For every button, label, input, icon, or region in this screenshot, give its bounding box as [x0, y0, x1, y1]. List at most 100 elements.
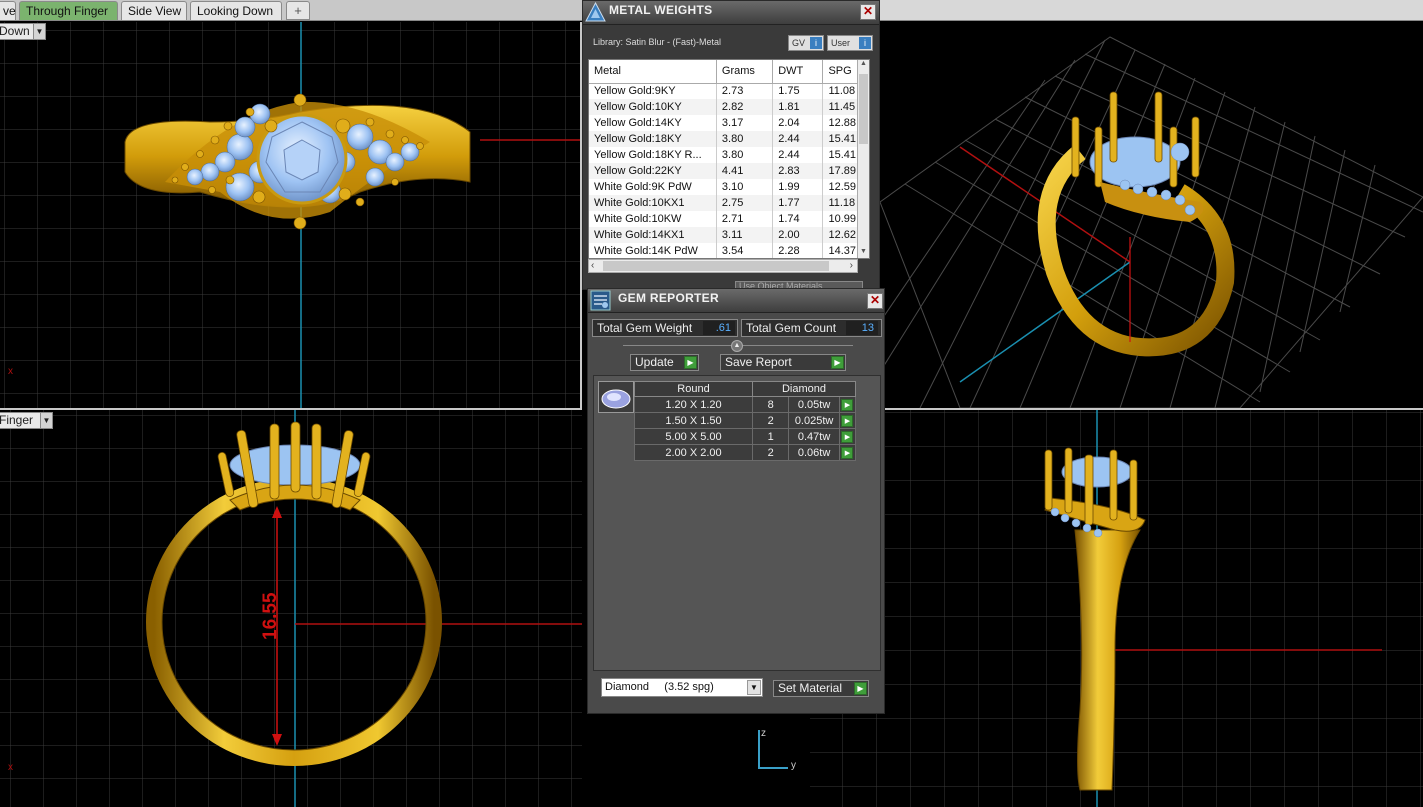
scroll-right-icon[interactable]: ›: [850, 260, 853, 271]
gem-count: 1: [751, 428, 790, 445]
table-row[interactable]: White Gold:10KW 2.71 1.74 10.99: [589, 211, 869, 227]
gem-select-button[interactable]: ▶: [838, 396, 857, 413]
table-row[interactable]: Yellow Gold:10KY 2.82 1.81 11.45: [589, 99, 869, 115]
y-axis-line: [758, 767, 788, 769]
gem-select-button[interactable]: ▶: [838, 428, 857, 445]
save-report-label: Save Report: [725, 355, 792, 369]
metal-cell: Yellow Gold:18KY: [589, 131, 717, 147]
grams-cell: 4.41: [716, 163, 774, 179]
gem-list-area: Round Diamond 1.20 X 1.20 8 0.05tw ▶ 1.50 X …: [593, 375, 881, 671]
gem-size: 5.00 X 5.00: [634, 428, 753, 445]
user-button-label: User: [831, 38, 851, 48]
scroll-left-icon[interactable]: ‹: [591, 260, 594, 271]
play-arrow-icon: ▶: [684, 356, 697, 369]
gv-button[interactable]: GV i: [788, 35, 824, 51]
total-gem-weight-value: .61: [703, 321, 735, 335]
dwt-cell: 1.81: [772, 99, 824, 115]
set-material-button[interactable]: Set Material ▶: [773, 680, 869, 697]
material-header: Diamond: [752, 381, 856, 397]
column-header-metal[interactable]: Metal: [589, 60, 717, 84]
grams-cell: 3.17: [716, 115, 774, 131]
material-select-value: Diamond (3.52 spg): [605, 681, 714, 693]
scroll-thumb[interactable]: [859, 74, 868, 144]
table-row[interactable]: Yellow Gold:22KY 4.41 2.83 17.89: [589, 163, 869, 179]
gem-reporter-titlebar[interactable]: GEM REPORTER ✕: [588, 289, 884, 313]
total-gem-count-value: 13: [846, 321, 878, 335]
update-button-label: Update: [635, 355, 674, 369]
tab-previous-view[interactable]: ve: [0, 1, 16, 20]
collapse-toggle-icon[interactable]: ▲: [731, 340, 743, 352]
play-arrow-icon: ▶: [854, 682, 867, 695]
svg-text:x: x: [8, 366, 13, 377]
info-icon: i: [810, 37, 822, 49]
top-view-canvas: x: [0, 22, 582, 408]
axis-indicator-area: [582, 712, 720, 807]
gem-row[interactable]: 2.00 X 2.00 2 0.06tw ▶: [634, 444, 857, 461]
gem-weight: 0.025tw: [788, 412, 840, 429]
view-select-down[interactable]: Down ▼: [0, 23, 46, 40]
panel-title: METAL WEIGHTS: [609, 3, 713, 17]
panel-title: GEM REPORTER: [618, 291, 719, 305]
info-icon: i: [859, 37, 871, 49]
view-select-finger[interactable]: Finger ▼: [0, 412, 53, 429]
update-button[interactable]: Update ▶: [630, 354, 699, 371]
matrix-logo-icon: [585, 2, 606, 22]
gem-count: 2: [751, 444, 790, 461]
viewport-bottom-left[interactable]: x 16.55 Finger ▼: [0, 410, 582, 807]
grams-cell: 3.10: [716, 179, 774, 195]
grams-cell: 2.75: [716, 195, 774, 211]
gem-report-logo-icon: [590, 290, 611, 311]
gem-size: 2.00 X 2.00: [634, 444, 753, 461]
material-select[interactable]: Diamond (3.52 spg) ▼: [601, 678, 763, 697]
close-icon[interactable]: ✕: [860, 4, 876, 20]
save-report-button[interactable]: Save Report ▶: [720, 354, 846, 371]
vertical-scrollbar[interactable]: ▲ ▼: [857, 60, 869, 258]
scroll-thumb[interactable]: [603, 261, 829, 271]
table-row[interactable]: Yellow Gold:18KY 3.80 2.44 15.41: [589, 131, 869, 147]
column-header-dwt[interactable]: DWT: [772, 60, 824, 84]
tab-through-finger[interactable]: Through Finger: [19, 1, 118, 20]
total-gem-weight: Total Gem Weight .61: [592, 319, 738, 337]
tab-looking-down[interactable]: Looking Down: [190, 1, 282, 20]
table-row[interactable]: White Gold:14K PdW 3.54 2.28 14.37: [589, 243, 869, 258]
grams-cell: 3.54: [716, 243, 774, 258]
horizontal-scrollbar[interactable]: ‹ ›: [588, 259, 858, 273]
grams-cell: 3.11: [716, 227, 774, 243]
table-row[interactable]: White Gold:14KX1 3.11 2.00 12.62: [589, 227, 869, 243]
total-gem-count: Total Gem Count 13: [741, 319, 882, 337]
gem-count: 2: [751, 412, 790, 429]
view-tab-strip: ve Through Finger Side View Looking Down…: [0, 0, 582, 21]
add-tab-button[interactable]: +: [286, 1, 310, 20]
gem-shape-thumbnail[interactable]: [598, 381, 634, 413]
table-row[interactable]: White Gold:9K PdW 3.10 1.99 12.59: [589, 179, 869, 195]
gem-row[interactable]: 5.00 X 5.00 1 0.47tw ▶: [634, 428, 857, 445]
dwt-cell: 1.99: [772, 179, 824, 195]
grams-cell: 3.80: [716, 131, 774, 147]
column-header-grams[interactable]: Grams: [716, 60, 774, 84]
metal-weights-table[interactable]: Metal Grams DWT SPG Yellow Gold:9KY 2.73 1…: [588, 59, 870, 259]
metal-cell: White Gold:14K PdW: [589, 243, 717, 258]
viewport-top-right[interactable]: [880, 22, 1423, 408]
table-row[interactable]: White Gold:10KX1 2.75 1.77 11.18: [589, 195, 869, 211]
front-view-canvas: x: [0, 410, 582, 807]
gem-row[interactable]: 1.50 X 1.50 2 0.025tw ▶: [634, 412, 857, 429]
table-row[interactable]: Yellow Gold:14KY 3.17 2.04 12.88: [589, 115, 869, 131]
set-material-label: Set Material: [778, 681, 843, 695]
gem-weight: 0.47tw: [788, 428, 840, 445]
scroll-down-icon[interactable]: ▼: [858, 248, 869, 258]
gem-weight: 0.05tw: [788, 396, 840, 413]
gem-row[interactable]: 1.20 X 1.20 8 0.05tw ▶: [634, 396, 857, 413]
close-icon[interactable]: ✕: [867, 293, 883, 309]
viewport-top-left[interactable]: x Down ▼: [0, 22, 582, 408]
table-row[interactable]: Yellow Gold:9KY 2.73 1.75 11.08: [589, 83, 869, 99]
gem-select-button[interactable]: ▶: [838, 444, 857, 461]
table-row[interactable]: Yellow Gold:18KY R... 3.80 2.44 15.41: [589, 147, 869, 163]
gem-select-button[interactable]: ▶: [838, 412, 857, 429]
tab-side-view[interactable]: Side View: [121, 1, 187, 20]
scroll-up-icon[interactable]: ▲: [858, 60, 869, 72]
total-gem-weight-label: Total Gem Weight: [597, 321, 693, 335]
axis-triad-visible: [582, 712, 720, 807]
user-button[interactable]: User i: [827, 35, 873, 51]
metal-weights-titlebar[interactable]: METAL WEIGHTS ✕: [583, 1, 879, 25]
dwt-cell: 2.00: [772, 227, 824, 243]
